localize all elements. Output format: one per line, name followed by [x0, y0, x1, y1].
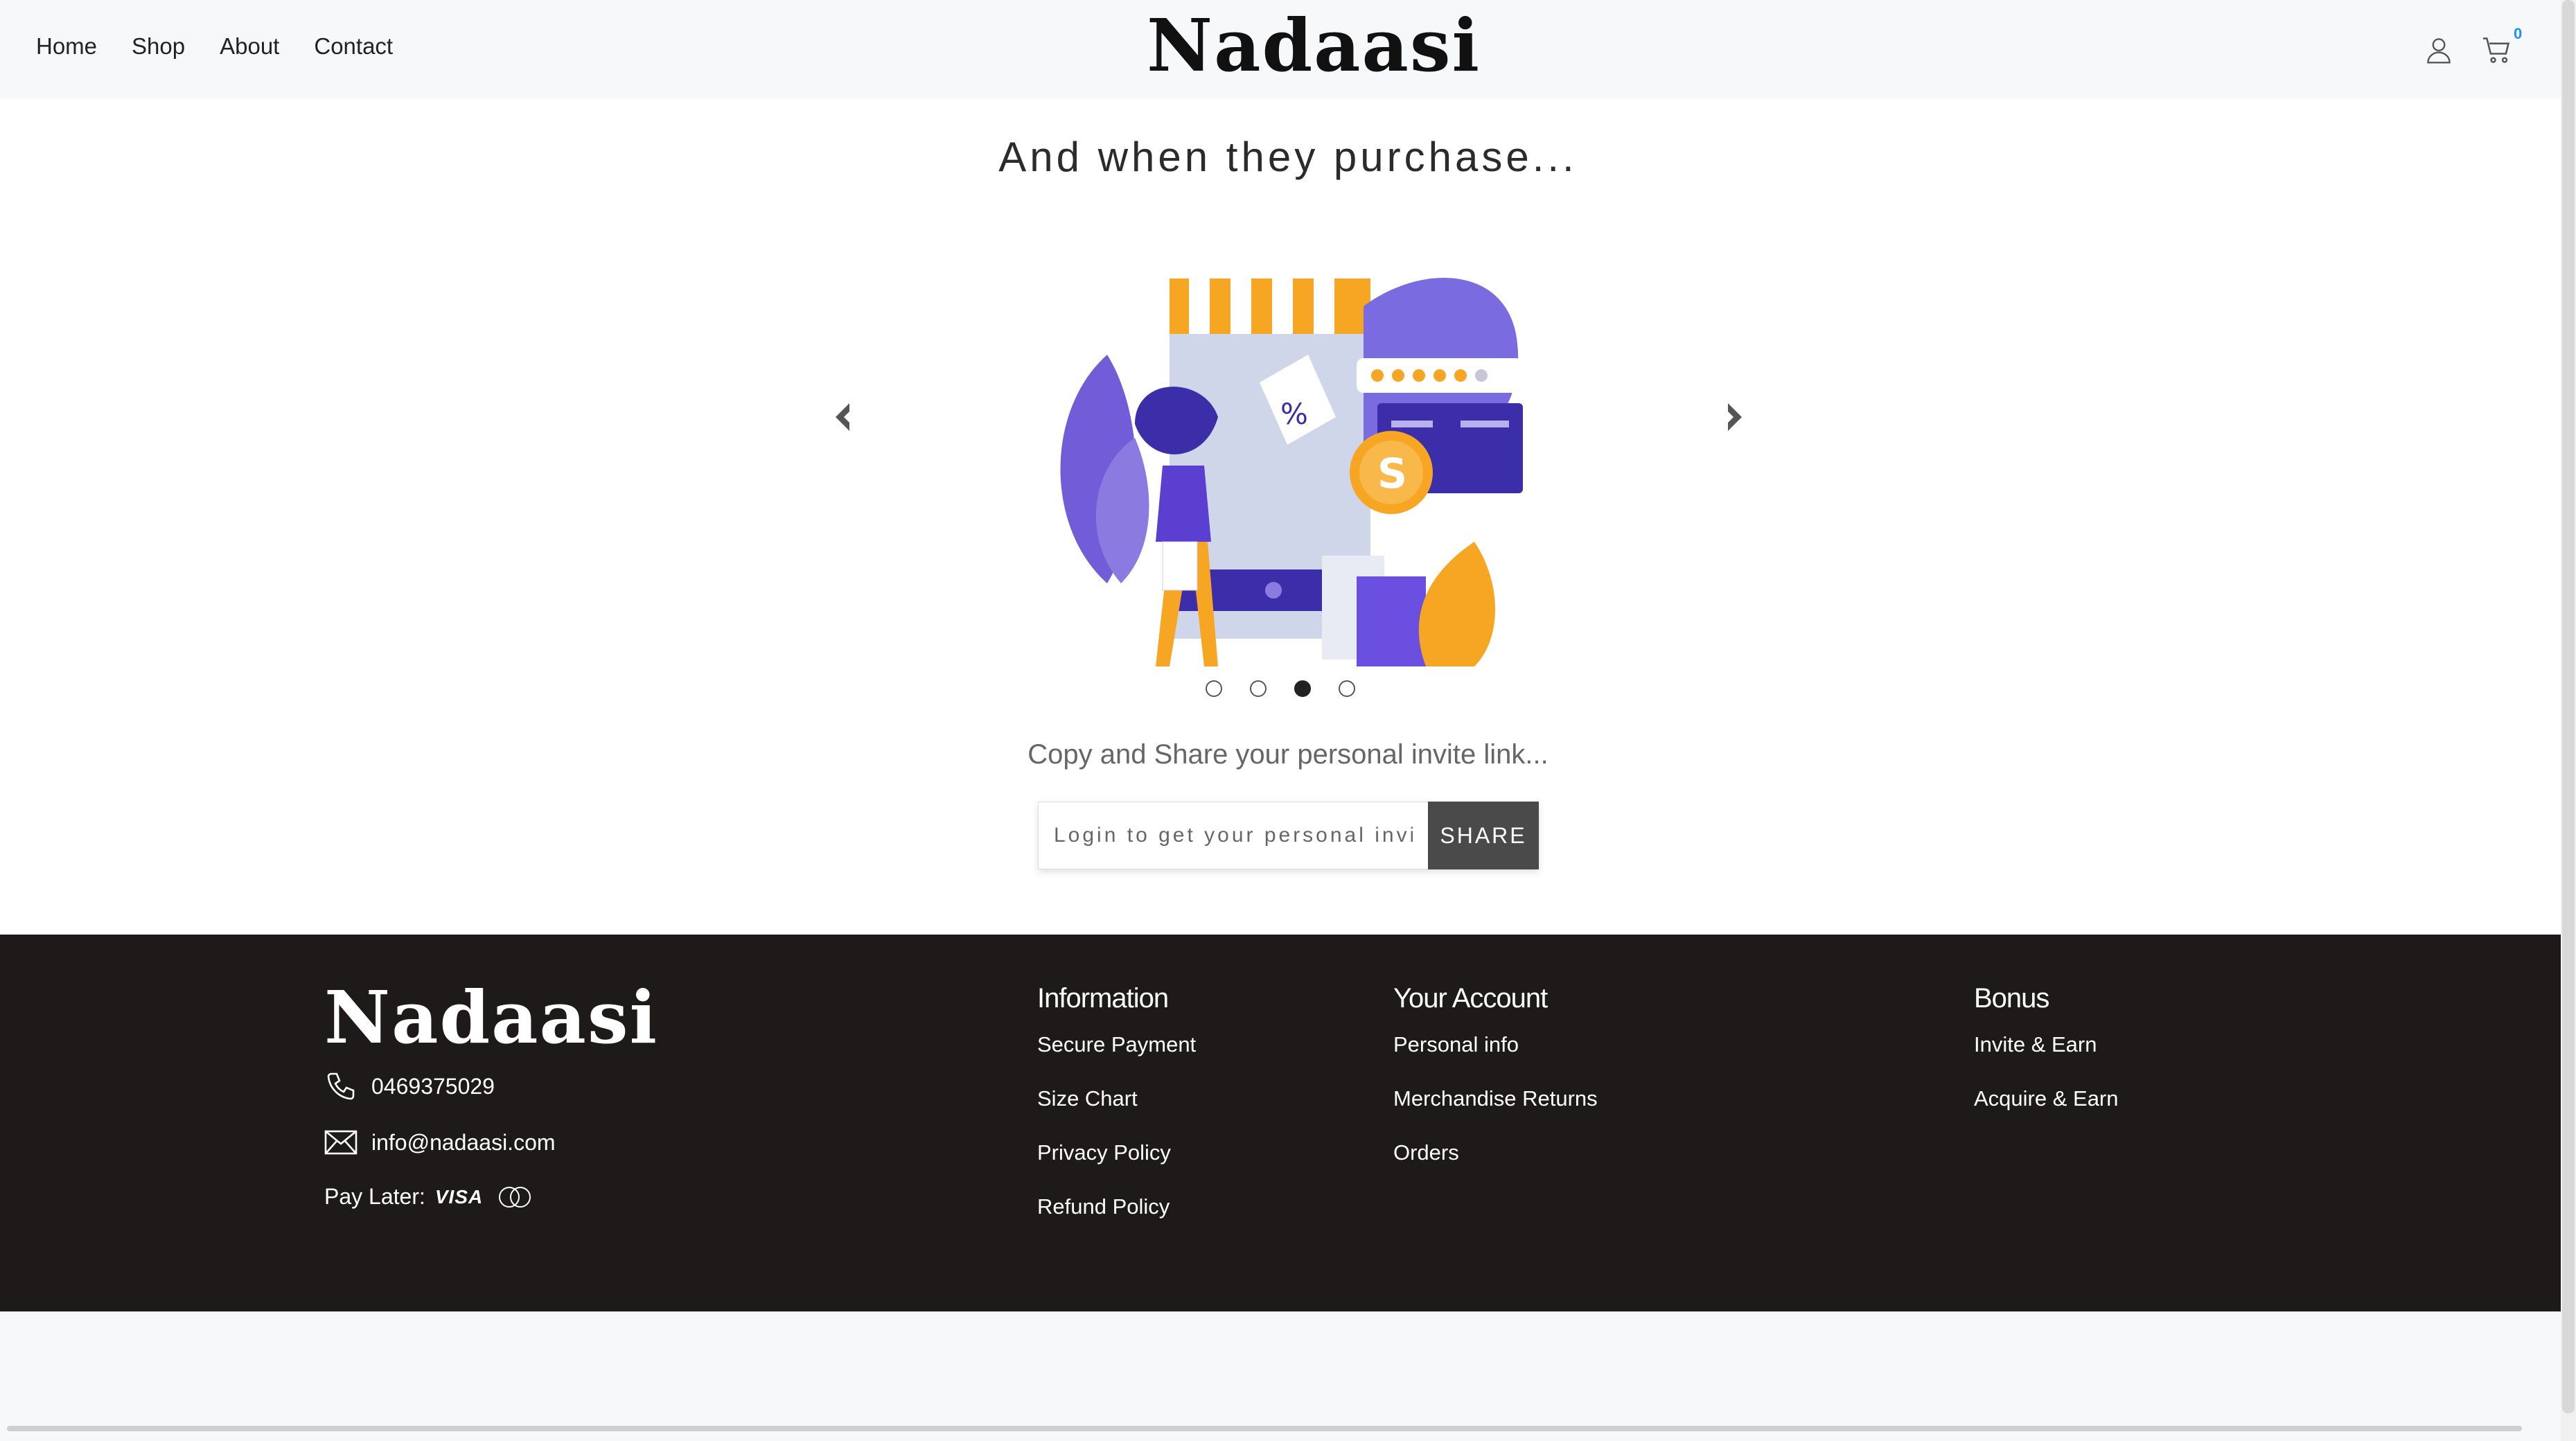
- mastercard-icon: [499, 1186, 531, 1208]
- invite-link-input[interactable]: [1038, 802, 1428, 869]
- visa-icon: VISA: [434, 1185, 484, 1208]
- footer-logo[interactable]: Nadaasi: [324, 982, 658, 1054]
- pay-later-label: Pay Later:: [324, 1184, 425, 1209]
- footer-link-privacy-policy[interactable]: Privacy Policy: [1037, 1140, 1196, 1165]
- carousel-dot-3[interactable]: [1294, 680, 1311, 697]
- nav-about[interactable]: About: [220, 33, 279, 60]
- footer-column-title: Bonus: [1974, 983, 2049, 1014]
- footer-phone[interactable]: 0469375029: [324, 1070, 495, 1103]
- footer-link-merchandise-returns[interactable]: Merchandise Returns: [1393, 1086, 1598, 1111]
- email-address: info@nadaasi.com: [371, 1129, 556, 1155]
- header-actions: 0: [2424, 25, 2522, 65]
- cart-count-badge: 0: [2514, 25, 2523, 42]
- pay-later-row: Pay Later: VISA: [324, 1184, 537, 1210]
- footer-link-acquire-earn[interactable]: Acquire & Earn: [1974, 1086, 2119, 1111]
- invite-section: And when they purchase... % S Copy and S…: [0, 98, 2561, 935]
- site-footer: Nadaasi 0469375029 info@nadaasi.com Pay …: [0, 935, 2561, 1311]
- invite-link-group: SHARE: [1038, 802, 1539, 869]
- footer-link-personal-info[interactable]: Personal info: [1393, 1032, 1598, 1057]
- carousel-dot-4[interactable]: [1339, 680, 1355, 697]
- svg-text:%: %: [1280, 397, 1308, 431]
- section-heading: And when they purchase...: [998, 134, 1578, 180]
- main-nav: Home Shop About Contact: [36, 33, 393, 60]
- footer-link-invite-earn[interactable]: Invite & Earn: [1974, 1032, 2119, 1057]
- shopping-illustration: % S: [1060, 278, 1523, 666]
- footer-link-size-chart[interactable]: Size Chart: [1037, 1086, 1196, 1111]
- carousel-indicators: [1206, 680, 1355, 697]
- phone-icon: [327, 1072, 355, 1100]
- carousel-dot-2[interactable]: [1250, 680, 1267, 697]
- footer-email[interactable]: info@nadaasi.com: [324, 1129, 556, 1156]
- site-header: Home Shop About Contact Nadaasi 0: [0, 0, 2561, 98]
- footer-link-orders[interactable]: Orders: [1393, 1140, 1598, 1165]
- site-logo[interactable]: Nadaasi: [1147, 10, 1481, 82]
- nav-home[interactable]: Home: [36, 33, 97, 60]
- carousel-prev-arrow-icon[interactable]: [830, 400, 865, 441]
- cart-icon[interactable]: 0: [2482, 25, 2522, 65]
- carousel-dot-1[interactable]: [1206, 680, 1222, 697]
- footer-link-refund-policy[interactable]: Refund Policy: [1037, 1194, 1196, 1219]
- envelope-icon: [324, 1130, 358, 1155]
- invite-subheading: Copy and Share your personal invite link…: [1027, 739, 1549, 770]
- vertical-scrollbar-thumb[interactable]: [2562, 0, 2575, 1413]
- horizontal-scrollbar[interactable]: [7, 1426, 2522, 1431]
- share-button[interactable]: SHARE: [1428, 802, 1539, 869]
- nav-shop[interactable]: Shop: [132, 33, 185, 60]
- user-icon[interactable]: [2424, 35, 2454, 65]
- phone-number: 0469375029: [371, 1073, 495, 1099]
- footer-column-information: Information Secure Payment Size Chart Pr…: [1037, 983, 1196, 1248]
- footer-column-bonus: Bonus Invite & Earn Acquire & Earn: [1974, 983, 2119, 1140]
- footer-column-title: Your Account: [1393, 983, 1548, 1014]
- footer-column-title: Information: [1037, 983, 1169, 1014]
- footer-link-secure-payment[interactable]: Secure Payment: [1037, 1032, 1196, 1057]
- carousel-next-arrow-icon[interactable]: [1720, 400, 1754, 441]
- nav-contact[interactable]: Contact: [314, 33, 393, 60]
- svg-text:S: S: [1377, 450, 1407, 498]
- footer-column-your-account: Your Account Personal info Merchandise R…: [1393, 983, 1598, 1194]
